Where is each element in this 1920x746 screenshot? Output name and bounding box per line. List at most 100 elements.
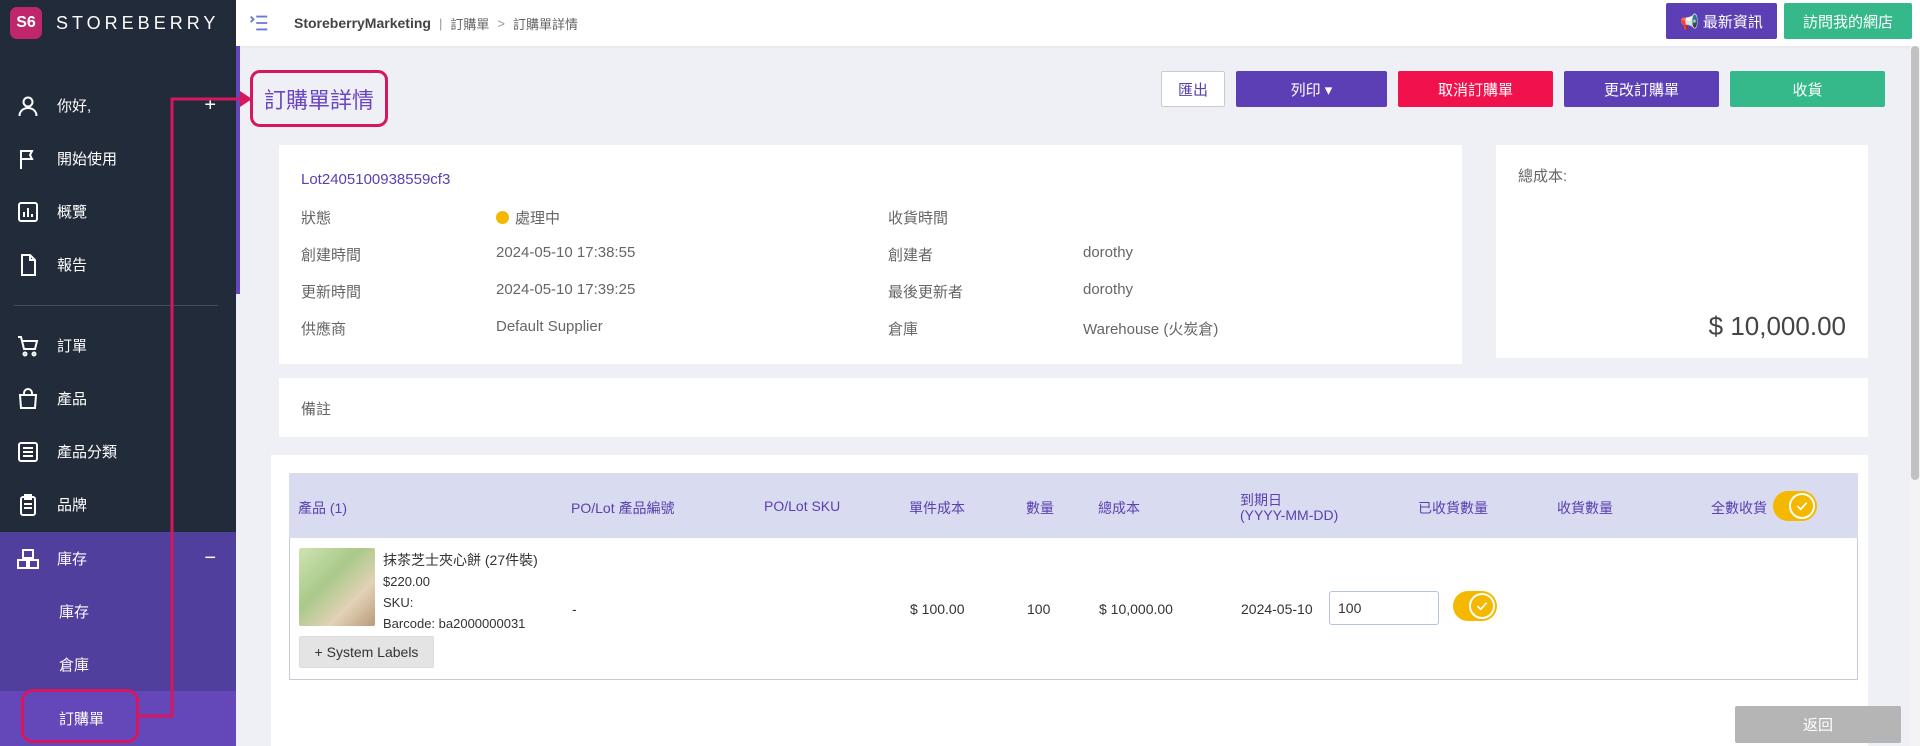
updated-time-label: 更新時間 <box>301 284 362 301</box>
sidebar-item-label: 產品分類 <box>57 444 118 461</box>
expand-icon[interactable]: + <box>204 94 216 117</box>
file-icon <box>15 252 41 278</box>
sidebar-item-greeting[interactable]: 你好, + <box>0 79 236 132</box>
product-price: $220.00 <box>383 574 430 589</box>
supplier-value: Default Supplier <box>496 318 603 335</box>
cell-total-cost: $ 10,000.00 <box>1099 601 1173 617</box>
total-cost-card: 總成本: $ 10,000.00 <box>1496 145 1868 358</box>
last-updater-label: 最後更新者 <box>888 284 964 301</box>
clipboard-icon <box>15 492 41 518</box>
cancel-order-button[interactable]: 取消訂購單 <box>1398 71 1553 107</box>
sidebar-item-overview[interactable]: 概覽 <box>0 185 236 238</box>
sidebar-item-brands[interactable]: 品牌 <box>0 478 236 531</box>
updated-time-value: 2024-05-10 17:39:25 <box>496 281 636 298</box>
breadcrumb-purchase-orders[interactable]: 訂購單 <box>450 14 489 33</box>
cart-icon <box>15 333 41 359</box>
cell-quantity: 100 <box>1027 601 1051 617</box>
header-total-cost: 總成本 <box>1098 500 1140 516</box>
check-circle-icon <box>1789 493 1815 519</box>
system-labels-button[interactable]: + System Labels <box>299 636 434 668</box>
export-button[interactable]: 匯出 <box>1161 71 1225 107</box>
status-value: 處理中 <box>515 210 561 227</box>
sidebar-divider <box>14 305 218 306</box>
header-received-qty: 已收貨數量 <box>1418 500 1488 516</box>
sidebar-item-reports[interactable]: 報告 <box>0 238 236 291</box>
sidebar-subitem-warehouse[interactable]: 倉庫 <box>0 638 236 691</box>
sidebar-item-categories[interactable]: 產品分類 <box>0 425 236 478</box>
visit-store-button[interactable]: 訪問我的網店 <box>1784 3 1912 39</box>
status-badge: 處理中 <box>496 207 560 228</box>
sidebar-accent <box>236 46 240 294</box>
receive-button[interactable]: 收貨 <box>1730 71 1885 107</box>
sidebar-item-inventory[interactable]: 庫存 − <box>0 532 236 585</box>
menu-toggle-icon[interactable] <box>248 12 270 34</box>
header-unit-cost: 單件成本 <box>909 500 965 516</box>
print-button[interactable]: 列印 ▾ <box>1236 71 1387 107</box>
breadcrumb: StoreberryMarketing | 訂購單 > 訂購單詳情 <box>294 14 578 33</box>
sidebar-item-label: 品牌 <box>57 497 88 514</box>
created-time-label: 創建時間 <box>301 247 362 264</box>
logo[interactable]: S6 STOREBERRY <box>0 0 236 46</box>
breadcrumb-store[interactable]: StoreberryMarketing <box>294 15 431 31</box>
edit-order-button[interactable]: 更改訂購單 <box>1564 71 1719 107</box>
warehouse-value: Warehouse (火炭倉) <box>1083 321 1219 338</box>
sidebar-item-label: 倉庫 <box>59 657 90 674</box>
flag-icon <box>15 146 41 172</box>
cell-expiry: 2024-05-10 <box>1241 601 1313 617</box>
annotation-highlight-box <box>21 689 139 743</box>
logo-text: STOREBERRY <box>56 12 220 33</box>
sidebar-item-label: 產品 <box>57 391 88 408</box>
remark-card[interactable]: 備註 <box>279 378 1868 437</box>
product-name[interactable]: 抹茶芝士夾心餅 (27件裝) <box>383 550 538 570</box>
status-label: 狀態 <box>301 210 332 227</box>
supplier-label: 供應商 <box>301 321 347 338</box>
list-icon <box>15 439 41 465</box>
receive-row-toggle[interactable] <box>1453 591 1497 621</box>
last-updater-value: dorothy <box>1083 281 1134 298</box>
breadcrumb-separator: > <box>497 15 505 31</box>
table-header: 產品 (1) PO/Lot 產品編號 PO/Lot SKU 單件成本 數量 總成… <box>289 473 1858 538</box>
receive-all-toggle[interactable] <box>1773 491 1817 521</box>
order-info-card: Lot2405100938559cf3 狀態 處理中 收貨時間 創建時間 202… <box>279 145 1462 364</box>
sidebar-item-label: 庫存 <box>59 604 90 621</box>
total-cost-label: 總成本: <box>1518 168 1568 185</box>
sidebar-item-getting-started[interactable]: 開始使用 <box>0 132 236 185</box>
sidebar-item-label: 你好, <box>57 98 92 115</box>
product-sku: SKU: <box>383 595 414 610</box>
table-row: 抹茶芝士夾心餅 (27件裝) $220.00 SKU: Barcode: ba2… <box>289 538 1858 680</box>
header-product: 產品 (1) <box>298 500 347 516</box>
receive-qty-input[interactable] <box>1329 591 1439 625</box>
collapse-icon[interactable]: − <box>204 547 216 570</box>
header-po-code: PO/Lot 產品編號 <box>571 500 675 516</box>
received-time-label: 收貨時間 <box>888 210 949 227</box>
total-cost-value: $ 10,000.00 <box>1708 311 1846 341</box>
lot-number[interactable]: Lot2405100938559cf3 <box>301 171 450 188</box>
sidebar-item-label: 訂單 <box>57 338 88 355</box>
header-receive-all: 全數收貨 <box>1711 500 1767 516</box>
top-bar: StoreberryMarketing | 訂購單 > 訂購單詳情 📢 最新資訊… <box>236 0 1920 46</box>
created-time-value: 2024-05-10 17:38:55 <box>496 244 636 261</box>
header-po-sku: PO/Lot SKU <box>764 498 841 514</box>
breadcrumb-current: 訂購單詳情 <box>512 16 578 32</box>
bag-icon <box>15 386 41 412</box>
page-title: 訂購單詳情 <box>250 70 388 127</box>
chart-icon <box>15 199 41 225</box>
sidebar-item-products[interactable]: 產品 <box>0 372 236 425</box>
latest-news-button[interactable]: 📢 最新資訊 <box>1666 3 1777 39</box>
creator-value: dorothy <box>1083 244 1134 261</box>
header-receive-qty: 收貨數量 <box>1557 500 1613 516</box>
sidebar-item-label: 概覽 <box>57 204 88 221</box>
sidebar-subitem-stock[interactable]: 庫存 <box>0 585 236 638</box>
scrollbar-thumb[interactable] <box>1911 46 1919 480</box>
creator-label: 創建者 <box>888 247 934 264</box>
sidebar-item-orders[interactable]: 訂單 <box>0 319 236 372</box>
sidebar-item-label: 庫存 <box>57 551 88 568</box>
sidebar-item-label: 報告 <box>57 257 88 274</box>
product-table: 產品 (1) PO/Lot 產品編號 PO/Lot SKU 單件成本 數量 總成… <box>271 455 1868 746</box>
check-circle-icon <box>1469 593 1495 619</box>
header-expiry-format: (YYYY-MM-DD) <box>1240 507 1339 523</box>
product-barcode: Barcode: ba2000000031 <box>383 616 526 631</box>
boxes-icon <box>15 546 41 572</box>
storeberry-logo-icon: S6 <box>10 7 42 39</box>
back-button[interactable]: 返回 <box>1735 706 1901 743</box>
